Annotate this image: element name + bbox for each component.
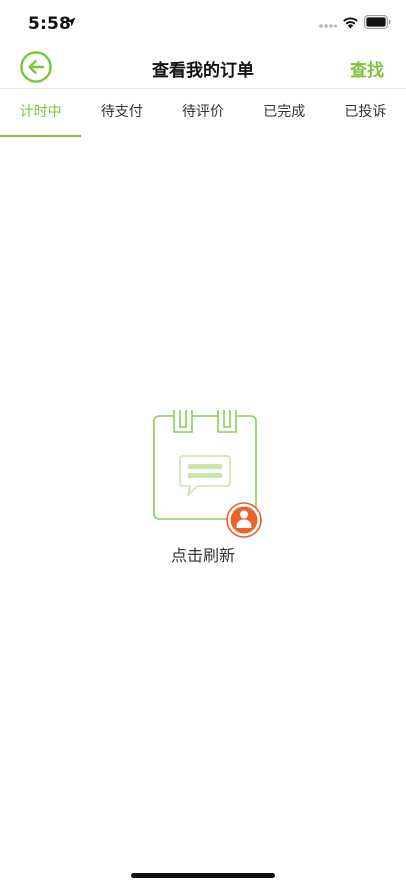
navigation-bar: 查看我的订单 查找 [0,46,406,89]
home-indicator [131,873,275,878]
tab-completed[interactable]: 已完成 [244,89,325,137]
page-title: 查看我的订单 [152,61,254,81]
wifi-icon [343,17,358,29]
empty-orders-icon[interactable] [150,404,265,539]
battery-icon [364,15,391,29]
search-button[interactable]: 查找 [350,56,384,81]
status-time: 5:58 [28,14,72,34]
tab-pending-payment[interactable]: 待支付 [81,89,162,137]
tab-timing[interactable]: 计时中 [0,89,82,137]
empty-state: 点击刷新 [0,404,406,574]
refresh-label[interactable]: 点击刷新 [0,542,406,566]
order-status-tabs: 计时中 待支付 待评价 已完成 已投诉 [0,89,406,137]
cellular-signal-icon [319,24,337,28]
tab-complained[interactable]: 已投诉 [325,89,406,137]
tab-pending-review[interactable]: 待评价 [162,89,243,137]
location-arrow-icon [66,17,76,27]
status-bar: 5:58 [0,0,406,46]
